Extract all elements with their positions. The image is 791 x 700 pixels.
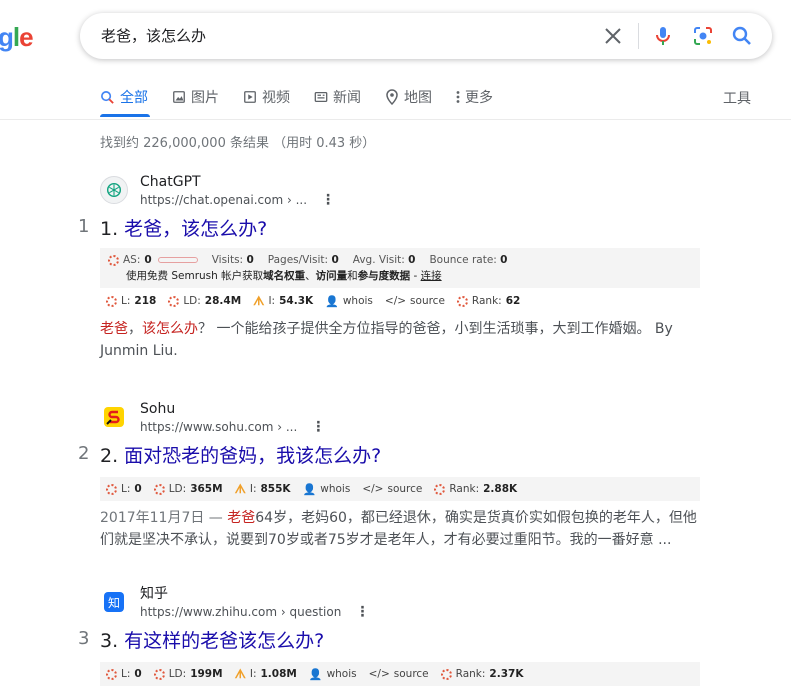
map-pin-icon xyxy=(386,89,398,105)
semrush-panel: AS: 0 Visits: 0 Pages/Visit: 0 Avg. Visi… xyxy=(100,248,700,288)
semrush-promo: 使用免费 Semrush 帐户获取域名权重、访问量和参与度数据 - 连接 xyxy=(126,270,442,282)
zhihu-favicon-icon: 知 xyxy=(100,588,128,616)
site-url: https://chat.openai.com › ... xyxy=(140,193,308,207)
site-info[interactable]: 知 知乎 https://www.zhihu.com › question ⋮ xyxy=(100,582,700,622)
rank-number: 2 xyxy=(78,443,90,464)
result-snippet: 老爸，该怎么办？ 一个能给孩子提供全方位指导的爸爸，小到生活琐事，大到工作婚姻。… xyxy=(100,321,673,359)
sohu-favicon-icon xyxy=(100,403,128,431)
tab-label: 视频 xyxy=(262,90,290,106)
code-icon: </> xyxy=(368,668,390,680)
title-text: 有这样的老爸该怎么办? xyxy=(124,630,325,652)
site-url: https://www.sohu.com › ... xyxy=(140,420,298,434)
semrush-icon xyxy=(106,483,117,495)
tab-all[interactable]: 全部 xyxy=(100,86,148,108)
lens-icon[interactable] xyxy=(691,24,715,48)
search-result: ChatGPT https://chat.openai.com › ... ⋮ 1… xyxy=(78,170,700,362)
person-icon: 👤 xyxy=(308,667,323,681)
semrush-icon xyxy=(153,483,165,495)
more-vert-icon xyxy=(456,91,460,103)
more-vert-icon[interactable]: ⋮ xyxy=(355,604,369,620)
tab-images[interactable]: 图片 xyxy=(172,86,219,108)
title-number: 2. xyxy=(100,445,125,467)
person-icon: 👤 xyxy=(302,482,317,496)
search-input[interactable]: 老爸，该怎么办 xyxy=(101,25,206,46)
clear-icon[interactable] xyxy=(601,24,625,48)
semrush-icon xyxy=(108,254,119,266)
active-tab-indicator xyxy=(100,114,150,117)
tab-label: 全部 xyxy=(120,90,148,106)
search-tabs: 全部 图片 视频 新闻 地图 更多 xyxy=(100,86,517,110)
seo-metrics: L: 218 LD: 28.4M ᗑ I: 54.3K 👤 whois </> source… xyxy=(100,290,700,312)
result-stats: 找到约 226,000,000 条结果 （用时 0.43 秒） xyxy=(100,136,376,151)
result-snippet: 2017年11月7日 — 老爸64岁，老妈60，都已经退休，确实是货真价实如假包… xyxy=(100,510,697,548)
seo-metrics: L: 0 LD: 365M ᗑ I: 855K 👤 whois </> source Ran… xyxy=(100,477,700,501)
result-title[interactable]: 3 3. 有这样的老爸该怎么办? xyxy=(78,628,700,654)
semrush-icon xyxy=(106,295,117,307)
bing-icon: ᗑ xyxy=(253,293,265,308)
site-name: ChatGPT xyxy=(140,174,201,190)
title-text: 面对恐老的爸妈，我该怎么办? xyxy=(124,445,382,467)
tab-label: 图片 xyxy=(191,90,219,106)
result-title[interactable]: 1 1. 老爸，该怎么办? xyxy=(78,216,700,242)
svg-text:知: 知 xyxy=(108,596,120,610)
tab-label: 新闻 xyxy=(333,90,361,106)
search-icon xyxy=(101,90,114,104)
search-result: Sohu https://www.sohu.com › ... ⋮ 2 2. 面对… xyxy=(78,397,700,551)
authority-bar xyxy=(157,257,198,263)
news-icon xyxy=(314,91,328,103)
tab-label: 更多 xyxy=(465,90,493,106)
search-result: 知 知乎 https://www.zhihu.com › question ⋮ 3… xyxy=(78,582,700,686)
search-divider xyxy=(638,23,639,49)
site-name: Sohu xyxy=(140,401,176,417)
semrush-icon xyxy=(106,668,117,680)
site-url: https://www.zhihu.com › question xyxy=(140,605,342,619)
title-text: 老爸，该怎么办? xyxy=(124,218,268,240)
tab-maps[interactable]: 地图 xyxy=(385,86,432,108)
tab-more[interactable]: 更多 xyxy=(456,86,493,108)
bing-icon: ᗑ xyxy=(234,481,246,496)
title-number: 3. xyxy=(100,630,125,652)
more-vert-icon[interactable]: ⋮ xyxy=(311,419,325,435)
image-icon xyxy=(173,91,185,103)
microphone-icon[interactable] xyxy=(651,24,675,48)
chatgpt-favicon-icon xyxy=(100,176,128,204)
tab-videos[interactable]: 视频 xyxy=(243,86,290,108)
tab-news[interactable]: 新闻 xyxy=(314,86,361,108)
site-info[interactable]: ChatGPT https://chat.openai.com › ... ⋮ xyxy=(100,170,700,210)
semrush-icon xyxy=(434,483,446,495)
code-icon: </> xyxy=(384,295,407,307)
result-title[interactable]: 2 2. 面对恐老的爸妈，我该怎么办? xyxy=(78,443,700,469)
more-vert-icon[interactable]: ⋮ xyxy=(321,192,335,208)
semrush-connect-link[interactable]: 连接 xyxy=(421,270,442,282)
semrush-icon xyxy=(153,668,165,680)
semrush-icon xyxy=(456,295,468,307)
tab-label: 地图 xyxy=(404,90,432,106)
person-icon: 👤 xyxy=(325,294,339,308)
semrush-icon xyxy=(440,668,452,680)
code-icon: </> xyxy=(362,483,384,495)
bing-icon: ᗑ xyxy=(234,666,246,681)
header-divider xyxy=(0,119,791,120)
tools-button[interactable]: 工具 xyxy=(723,88,751,108)
site-info[interactable]: Sohu https://www.sohu.com › ... ⋮ xyxy=(100,397,700,437)
seo-metrics: L: 0 LD: 199M ᗑ I: 1.08M 👤 whois </> source Ra… xyxy=(100,662,700,686)
title-number: 1. xyxy=(100,218,125,240)
play-icon xyxy=(244,91,256,103)
search-box[interactable]: 老爸，该怎么办 xyxy=(80,13,772,59)
google-logo[interactable]: gle xyxy=(0,22,34,53)
search-icon[interactable] xyxy=(730,24,754,48)
rank-number: 1 xyxy=(78,216,90,237)
semrush-icon xyxy=(168,295,180,307)
site-name: 知乎 xyxy=(140,586,168,602)
rank-number: 3 xyxy=(78,628,90,649)
